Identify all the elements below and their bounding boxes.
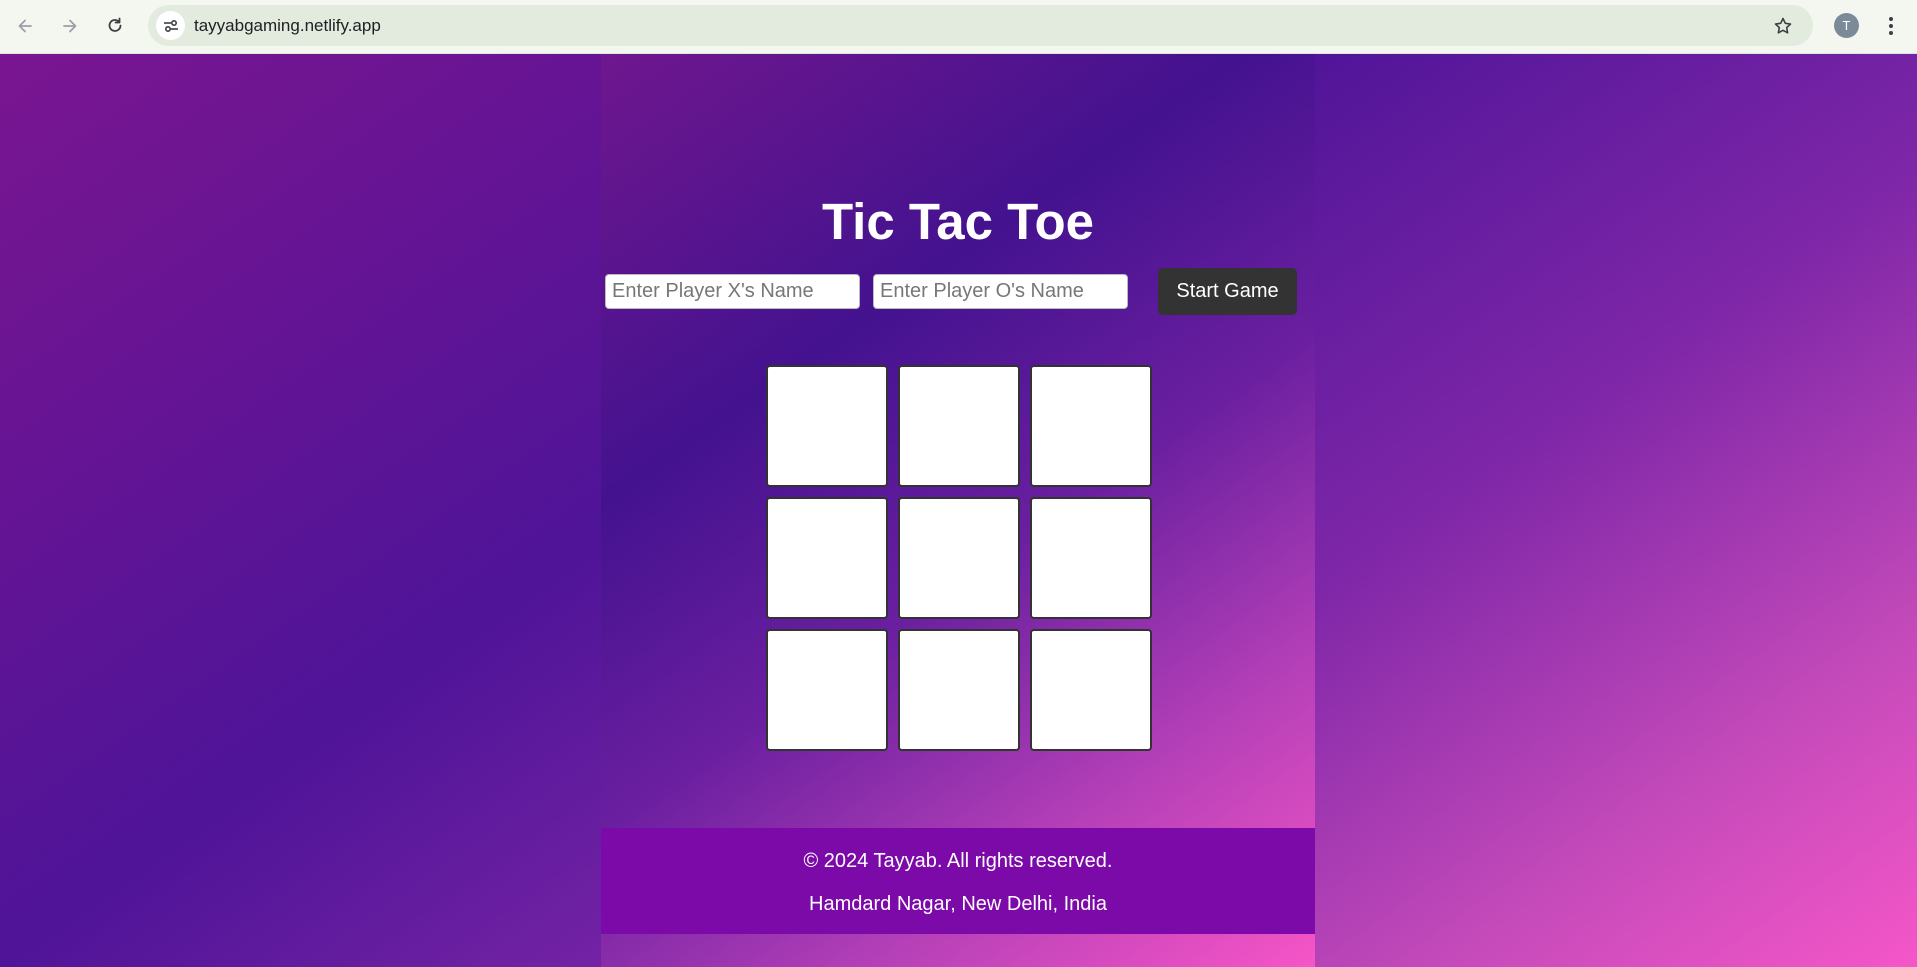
board-cell[interactable] (766, 629, 888, 751)
reload-icon[interactable] (99, 10, 131, 42)
game-container: Tic Tac Toe Start Game © 2024 Tayyab. Al… (601, 54, 1315, 967)
board-cell[interactable] (898, 365, 1020, 487)
footer-copyright: © 2024 Tayyab. All rights reserved. (803, 850, 1113, 872)
board-cell[interactable] (898, 629, 1020, 751)
game-board (766, 365, 1154, 753)
footer-address: Hamdard Nagar, New Delhi, India (809, 893, 1107, 915)
board-cell[interactable] (766, 365, 888, 487)
back-arrow-icon[interactable] (9, 10, 41, 42)
url-text[interactable]: tayyabgaming.netlify.app (194, 5, 381, 46)
avatar[interactable]: T (1834, 13, 1859, 38)
start-game-button[interactable]: Start Game (1158, 268, 1297, 315)
board-cell[interactable] (1030, 365, 1152, 487)
kebab-menu-icon[interactable] (1876, 11, 1906, 41)
tune-icon[interactable] (156, 11, 185, 40)
page-background: Tic Tac Toe Start Game © 2024 Tayyab. Al… (0, 54, 1917, 967)
forward-arrow-icon[interactable] (54, 10, 86, 42)
board-cell[interactable] (766, 497, 888, 619)
footer: © 2024 Tayyab. All rights reserved. Hamd… (601, 828, 1315, 934)
browser-toolbar: tayyabgaming.netlify.app T (0, 0, 1917, 54)
page-title: Tic Tac Toe (821, 193, 1095, 250)
board-cell[interactable] (898, 497, 1020, 619)
board-cell[interactable] (1030, 629, 1152, 751)
player-x-name-input[interactable] (605, 274, 860, 309)
player-o-name-input[interactable] (873, 274, 1128, 309)
star-icon[interactable] (1770, 13, 1796, 39)
board-cell[interactable] (1030, 497, 1152, 619)
address-bar[interactable]: tayyabgaming.netlify.app (148, 5, 1813, 46)
